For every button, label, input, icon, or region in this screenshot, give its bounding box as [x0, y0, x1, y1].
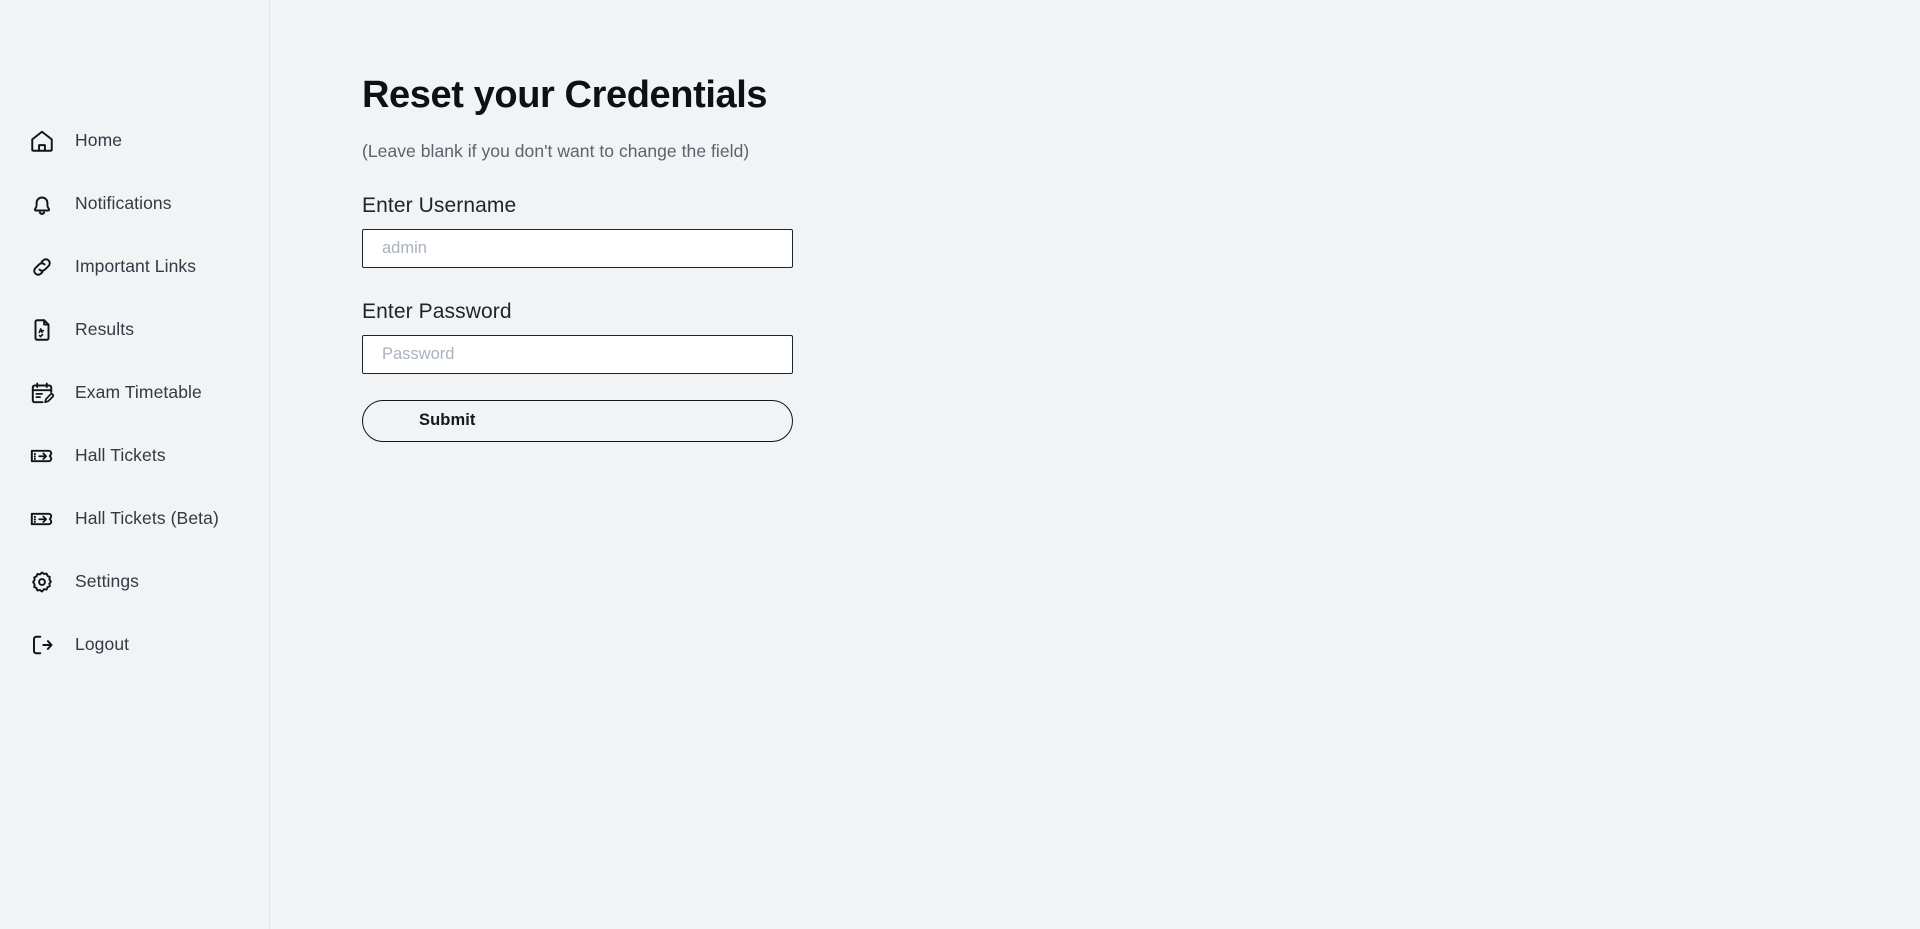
sidebar-item-exam-timetable[interactable]: Exam Timetable	[0, 378, 269, 408]
sidebar-item-home[interactable]: Home	[0, 126, 269, 156]
app-root: Home Notifications Important Links Resul…	[0, 0, 1920, 929]
document-grade-icon	[28, 317, 55, 344]
submit-button[interactable]: Submit	[362, 399, 793, 442]
sidebar-item-notifications[interactable]: Notifications	[0, 189, 269, 219]
gear-icon	[28, 569, 55, 596]
sidebar-item-label: Logout	[75, 634, 130, 655]
sidebar-navigation: Home Notifications Important Links Resul…	[0, 0, 270, 929]
sidebar-item-hall-tickets-beta[interactable]: Hall Tickets (Beta)	[0, 504, 269, 534]
page-subtitle: (Leave blank if you don't want to change…	[362, 140, 750, 161]
sidebar-item-label: Hall Tickets (Beta)	[75, 508, 219, 529]
username-input[interactable]	[362, 228, 793, 268]
password-label: Enter Password	[362, 299, 512, 323]
home-icon	[28, 128, 55, 155]
sidebar-item-logout[interactable]: Logout	[0, 630, 269, 660]
sidebar-item-label: Notifications	[75, 193, 172, 214]
link-icon	[28, 254, 55, 281]
sidebar-item-label: Settings	[75, 571, 140, 592]
password-input[interactable]	[362, 334, 793, 374]
calendar-edit-icon	[28, 380, 55, 407]
logout-icon	[28, 632, 55, 659]
reset-credentials-form: Enter Username Enter Password Submit	[362, 195, 1920, 442]
ticket-icon	[28, 443, 55, 470]
sidebar-item-label: Home	[75, 130, 123, 151]
sidebar-item-label: Results	[75, 319, 135, 340]
sidebar-item-settings[interactable]: Settings	[0, 567, 269, 597]
sidebar-item-label: Hall Tickets	[75, 445, 166, 466]
sidebar-item-results[interactable]: Results	[0, 315, 269, 345]
ticket-icon	[28, 506, 55, 533]
main-content: Reset your Credentials (Leave blank if y…	[270, 0, 1920, 929]
sidebar-item-hall-tickets[interactable]: Hall Tickets	[0, 441, 269, 471]
bell-icon	[28, 191, 55, 218]
sidebar-item-important-links[interactable]: Important Links	[0, 252, 269, 282]
username-label: Enter Username	[362, 193, 517, 217]
page-title: Reset your Credentials	[362, 74, 768, 116]
sidebar-item-label: Important Links	[75, 256, 197, 277]
sidebar-item-label: Exam Timetable	[75, 382, 202, 403]
